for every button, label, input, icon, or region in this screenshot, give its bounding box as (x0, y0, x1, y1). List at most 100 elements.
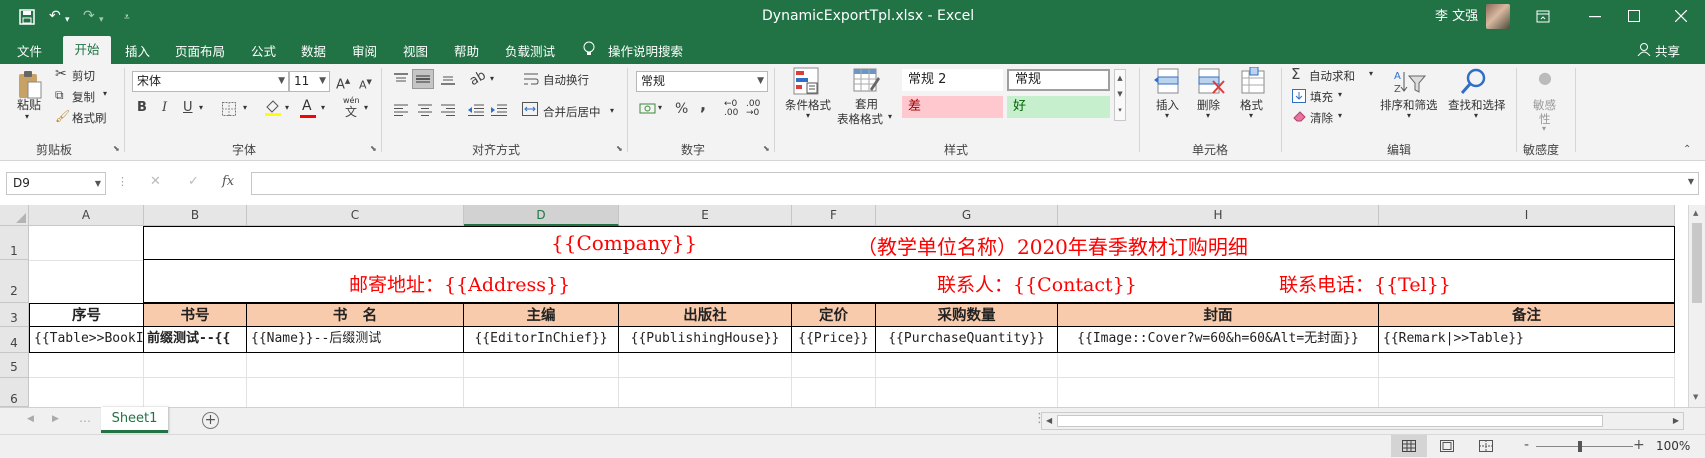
copy-button[interactable]: 复制 (72, 89, 95, 105)
data-cell-h4[interactable]: {{Image::Cover?w=60&h=60&Alt=无封面}} (1058, 327, 1379, 353)
merge-dropdown-icon[interactable]: ▾ (610, 106, 614, 115)
column-header-a[interactable]: A (29, 205, 144, 226)
tab-view[interactable]: 视图 (403, 41, 428, 60)
borders-icon[interactable] (222, 102, 236, 116)
fill-button[interactable]: 填充 (1310, 89, 1333, 105)
cell-style-good[interactable]: 好 (1007, 96, 1110, 118)
orientation-icon[interactable]: ab (467, 68, 489, 90)
row-header-6[interactable]: 6 (0, 378, 29, 407)
header-book-name[interactable]: 书 名 (247, 303, 464, 327)
data-cell-e4[interactable]: {{PublishingHouse}} (619, 327, 792, 353)
customize-qat-icon[interactable]: ⩡ (124, 9, 130, 27)
zoom-level[interactable]: 100% (1656, 439, 1690, 453)
cell-style-bad[interactable]: 差 (902, 96, 1003, 118)
insert-function-icon[interactable]: fx (222, 174, 234, 189)
table-format-line1[interactable]: 套用 (855, 96, 878, 112)
merged-contact-cell[interactable]: 邮寄地址：{{Address}} 联系人：{{Contact}} 联系电话：{{… (143, 260, 1675, 303)
maximize-icon[interactable] (1628, 10, 1640, 22)
conditional-format-dropdown-icon[interactable]: ▾ (806, 111, 810, 120)
table-format-dropdown-icon[interactable]: ▾ (888, 112, 892, 121)
align-middle-button[interactable] (412, 69, 434, 89)
align-left-icon[interactable] (393, 104, 409, 116)
formula-bar-handle-icon[interactable]: ⋮ (117, 175, 128, 188)
bold-button[interactable]: B (137, 100, 147, 116)
table-format-button[interactable]: 表格格式 (837, 111, 883, 127)
tab-formulas[interactable]: 公式 (251, 41, 276, 60)
tab-insert[interactable]: 插入 (125, 41, 150, 60)
decrease-indent-icon[interactable] (467, 104, 485, 116)
zoom-slider-track[interactable] (1536, 446, 1633, 447)
wrap-text-button[interactable]: 自动换行 (543, 72, 589, 88)
name-box[interactable]: D9 ▼ (6, 172, 106, 195)
orientation-dropdown-icon[interactable]: ▾ (490, 74, 494, 83)
italic-button[interactable]: I (162, 100, 167, 116)
zoom-out-button[interactable]: - (1524, 437, 1529, 453)
tab-page-layout[interactable]: 页面布局 (175, 41, 225, 60)
header-quantity[interactable]: 采购数量 (876, 303, 1058, 327)
percent-button[interactable]: % (675, 101, 688, 117)
row-header-5[interactable]: 5 (0, 353, 29, 378)
alignment-launcher-icon[interactable]: ⬊ (616, 144, 623, 153)
formula-input[interactable]: ▼ (251, 172, 1699, 195)
font-size-combo[interactable]: 11 ▼ (289, 71, 330, 92)
data-cell-i4[interactable]: {{Remark|>>Table}} (1379, 327, 1675, 353)
underline-dropdown-icon[interactable]: ▾ (199, 103, 203, 112)
currency-icon[interactable] (639, 102, 657, 116)
scroll-up-icon[interactable]: ▲ (1693, 209, 1698, 217)
font-launcher-icon[interactable]: ⬊ (370, 144, 377, 153)
data-cell-g4[interactable]: {{PurchaseQuantity}} (876, 327, 1058, 353)
delete-dropdown-icon[interactable]: ▾ (1206, 111, 1210, 120)
page-layout-view-icon[interactable] (1440, 440, 1454, 452)
cut-button[interactable]: 剪切 (72, 68, 95, 84)
merge-center-button[interactable]: 合并后居中 (543, 104, 601, 120)
data-cell-b4[interactable]: 前缀测试--{{ (144, 327, 247, 353)
align-center-icon[interactable] (417, 104, 433, 116)
horizontal-scrollbar[interactable]: ◀ ▶ (1041, 412, 1684, 430)
tab-scroll-more-icon[interactable]: … (79, 411, 91, 425)
zoom-in-button[interactable]: + (1633, 437, 1645, 453)
row-header-1[interactable]: 1 (0, 226, 29, 260)
horizontal-scroll-thumb[interactable] (1057, 415, 1603, 427)
row-header-3[interactable]: 3 (0, 303, 29, 327)
find-select-dropdown-icon[interactable]: ▾ (1474, 111, 1478, 120)
clipboard-launcher-icon[interactable]: ⬊ (113, 144, 120, 153)
font-color-icon[interactable]: A (302, 98, 312, 114)
header-price[interactable]: 定价 (792, 303, 876, 327)
autosum-button[interactable]: 自动求和 (1309, 68, 1355, 84)
header-seq[interactable]: 序号 (29, 303, 144, 327)
zoom-slider-thumb[interactable] (1578, 441, 1582, 452)
header-book-no[interactable]: 书号 (144, 303, 247, 327)
fill-color-dropdown-icon[interactable]: ▾ (285, 103, 289, 112)
font-name-combo[interactable]: 宋体 ▼ (132, 71, 289, 92)
tab-file[interactable]: 文件 (17, 41, 42, 60)
redo-icon[interactable]: ↷ (83, 7, 95, 25)
increase-font-icon[interactable]: A▲ (336, 73, 350, 93)
autosum-dropdown-icon[interactable]: ▾ (1369, 69, 1373, 78)
scroll-right-icon[interactable]: ▶ (1673, 416, 1679, 425)
sensitivity-dropdown-icon[interactable]: ▾ (1542, 124, 1546, 133)
tab-review[interactable]: 审阅 (352, 41, 377, 60)
column-header-i[interactable]: I (1379, 205, 1675, 226)
vertical-scroll-thumb[interactable] (1692, 223, 1702, 303)
number-format-combo[interactable]: 常规 ▼ (636, 71, 768, 92)
align-bottom-icon[interactable] (440, 72, 456, 86)
merged-title-cell[interactable]: {{Company}} （教学单位名称）2020年春季教材订购明细 (143, 226, 1675, 260)
clear-dropdown-icon[interactable]: ▾ (1338, 111, 1342, 120)
increase-decimal-icon[interactable]: ←0.00 (724, 100, 738, 118)
redo-dropdown-icon[interactable]: ▾ (99, 11, 104, 29)
paste-dropdown-icon[interactable]: ▾ (25, 112, 29, 121)
normal-view-button[interactable] (1391, 435, 1427, 457)
copy-dropdown-icon[interactable]: ▾ (103, 89, 107, 98)
header-publisher[interactable]: 出版社 (619, 303, 792, 327)
decrease-decimal-icon[interactable]: .00 →0 (746, 100, 760, 118)
sort-filter-dropdown-icon[interactable]: ▾ (1407, 111, 1411, 120)
fill-dropdown-icon[interactable]: ▾ (1338, 90, 1342, 99)
data-cell-a4[interactable]: {{Table>>BookI (29, 327, 144, 353)
tab-home[interactable]: 开始 (63, 36, 111, 64)
add-sheet-button[interactable]: + (202, 412, 219, 429)
underline-button[interactable]: U (183, 100, 193, 116)
column-header-d[interactable]: D (464, 205, 619, 226)
phonetic-dropdown-icon[interactable]: ▾ (364, 103, 368, 112)
header-editor[interactable]: 主编 (464, 303, 619, 327)
column-header-e[interactable]: E (619, 205, 792, 226)
